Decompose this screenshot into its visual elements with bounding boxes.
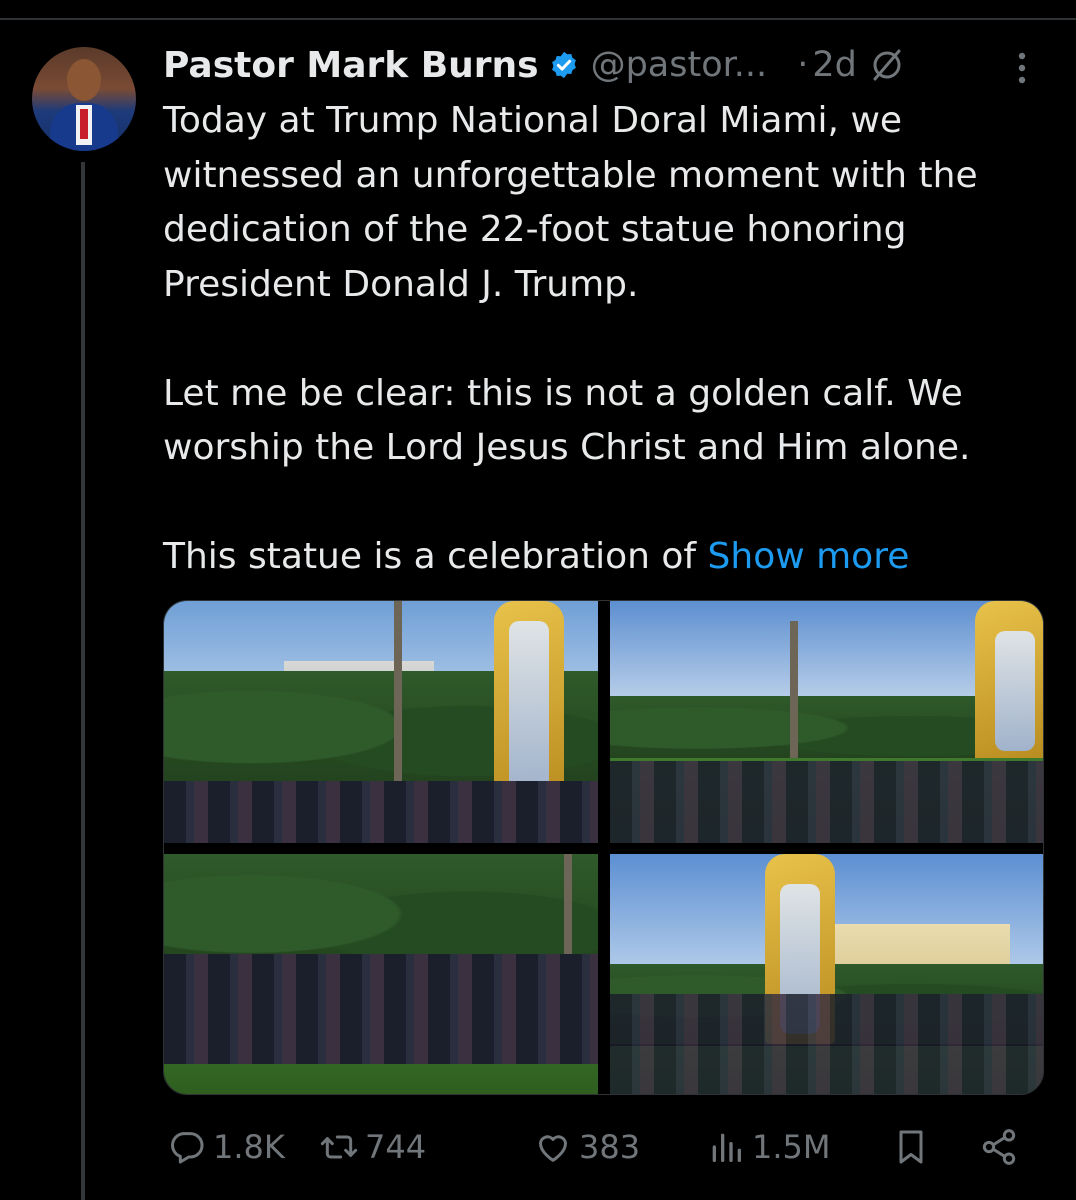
palm-trunk (790, 621, 798, 771)
photo-3[interactable] (164, 854, 598, 1094)
views-count: 1.5M (752, 1128, 831, 1166)
crowd (610, 994, 1043, 1094)
share-button[interactable] (979, 1122, 1019, 1172)
like-count: 383 (579, 1128, 641, 1166)
media-grid (163, 600, 1044, 1095)
photo-4[interactable] (610, 854, 1043, 1094)
reply-count: 1.8K (213, 1128, 285, 1166)
separator-dot: · (797, 45, 809, 85)
repost-icon (320, 1135, 358, 1159)
author-handle[interactable]: @pastor... (591, 45, 768, 85)
statue-drape (995, 631, 1035, 751)
thread-line (81, 162, 85, 1200)
tweet-paragraph-3: This statue is a celebration of (163, 536, 708, 577)
tweet-paragraph-1: Today at Trump National Doral Miami, we … (163, 100, 990, 305)
views-icon (712, 1133, 741, 1162)
grok-icon[interactable] (869, 47, 905, 83)
palm-trunk (394, 601, 402, 801)
crowd (610, 761, 1043, 843)
avatar-head (67, 59, 101, 101)
verified-badge-icon (551, 51, 576, 79)
avatar-tie (80, 109, 88, 139)
reply-icon (171, 1132, 204, 1164)
tweet-age[interactable]: 2d (812, 45, 857, 85)
tweet-header: Pastor Mark Burns @pastor... · 2d (163, 40, 905, 90)
like-button[interactable]: 383 (533, 1122, 640, 1172)
avatar[interactable] (32, 47, 136, 151)
statue-drape (509, 621, 549, 791)
show-more-link[interactable]: Show more (708, 536, 910, 577)
crowd (164, 781, 598, 843)
tweet-text: Today at Trump National Doral Miami, we … (163, 94, 1043, 585)
tweet-actions: 1.8K 744 383 1.5M (163, 1122, 1023, 1172)
crowd (164, 954, 598, 1064)
bookmark-icon (899, 1130, 923, 1164)
views-button[interactable]: 1.5M (706, 1122, 831, 1172)
photo-2[interactable] (610, 601, 1043, 843)
photo-1[interactable] (164, 601, 598, 843)
top-divider (0, 18, 1076, 20)
heart-icon (539, 1135, 567, 1162)
repost-button[interactable]: 744 (319, 1122, 426, 1172)
more-options-icon[interactable] (1010, 48, 1034, 88)
share-icon (982, 1129, 1016, 1165)
tweet-paragraph-2: Let me be clear: this is not a golden ca… (163, 372, 975, 469)
reply-button[interactable]: 1.8K (167, 1122, 285, 1172)
author-name[interactable]: Pastor Mark Burns (163, 45, 539, 86)
repost-count: 744 (365, 1128, 427, 1166)
bookmark-button[interactable] (891, 1122, 931, 1172)
